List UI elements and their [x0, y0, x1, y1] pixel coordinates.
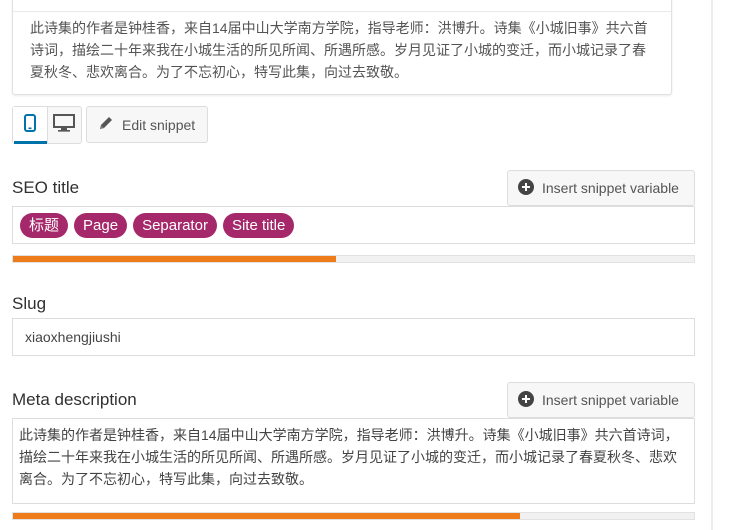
- slug-label: Slug: [12, 294, 47, 313]
- slug-value: xiaoxhengjiushi: [25, 329, 121, 345]
- seo-title-progress-fill: [13, 256, 337, 262]
- meta-description-progress-bar: [12, 512, 695, 520]
- plus-circle-icon: [508, 390, 542, 410]
- seo-title-label: SEO title: [12, 178, 80, 197]
- insert-variable-label: Insert snippet variable: [542, 392, 679, 408]
- edit-snippet-label: Edit snippet: [122, 116, 196, 133]
- desktop-icon: [53, 113, 76, 137]
- desktop-preview-button[interactable]: [46, 107, 82, 143]
- seo-title-tag[interactable]: Separator: [133, 213, 217, 238]
- seo-title-input[interactable]: 标题 Page Separator Site title: [12, 206, 695, 244]
- preview-divider: [13, 11, 671, 12]
- seo-title-tag[interactable]: Page: [74, 213, 128, 238]
- preview-mode-toggle: [12, 106, 82, 144]
- snippet-preview-card: 此诗集的作者是钟桂香，来自14届中山大学南方学院，指导老师：洪博升。诗集《小城旧…: [12, 0, 672, 95]
- slug-input[interactable]: xiaoxhengjiushi: [12, 318, 695, 356]
- plus-circle-icon: [508, 178, 542, 198]
- mobile-preview-button[interactable]: [13, 107, 47, 144]
- panel-right-border: [711, 0, 713, 530]
- edit-snippet-button[interactable]: Edit snippet: [86, 106, 208, 143]
- meta-description-textarea[interactable]: 此诗集的作者是钟桂香，来自14届中山大学南方学院，指导老师：洪博升。诗集《小城旧…: [12, 418, 695, 504]
- seo-title-insert-variable-button[interactable]: Insert snippet variable: [507, 170, 695, 206]
- seo-title-progress-bar: [12, 255, 695, 263]
- insert-variable-label: Insert snippet variable: [542, 180, 679, 196]
- meta-description-progress-fill: [13, 513, 521, 519]
- meta-description-label: Meta description: [12, 390, 137, 409]
- mobile-icon: [23, 113, 36, 137]
- meta-description-insert-variable-button[interactable]: Insert snippet variable: [507, 382, 695, 418]
- seo-title-tag[interactable]: 标题: [20, 213, 69, 238]
- meta-description-value: 此诗集的作者是钟桂香，来自14届中山大学南方学院，指导老师：洪博升。诗集《小城旧…: [19, 427, 679, 487]
- preview-description: 此诗集的作者是钟桂香，来自14届中山大学南方学院，指导老师：洪博升。诗集《小城旧…: [30, 20, 648, 80]
- seo-title-tag[interactable]: Site title: [222, 213, 295, 238]
- pencil-icon: [87, 115, 122, 134]
